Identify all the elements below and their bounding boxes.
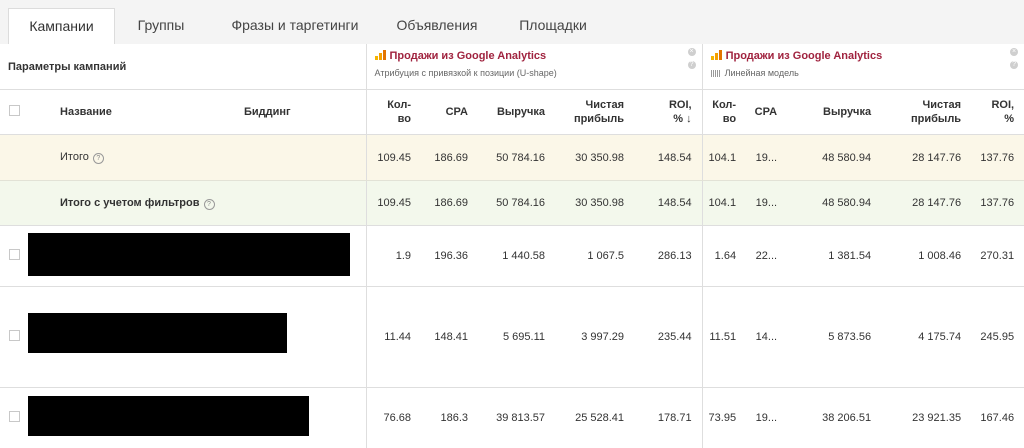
table-cell: 1.9: [366, 226, 421, 287]
column-revenue-header[interactable]: Выручка: [787, 90, 881, 135]
help-icon[interactable]: ?: [688, 61, 696, 69]
totals-label-cell: Итого?: [28, 135, 366, 181]
attribution-ushape-title: Продажи из Google Analytics: [390, 50, 547, 62]
column-cpa-header[interactable]: CPA: [746, 90, 787, 135]
select-all-checkbox[interactable]: [9, 105, 20, 116]
table-cell: 48 580.94: [787, 135, 881, 181]
table-cell: 30 350.98: [555, 181, 634, 226]
table-cell: 270.31: [971, 226, 1024, 287]
redacted-campaign-name: [28, 313, 287, 353]
table-cell: 76.68: [366, 388, 421, 448]
table-cell: 137.76: [971, 135, 1024, 181]
table-cell: 50 784.16: [478, 135, 555, 181]
sort-down-arrow-icon[interactable]: ↓: [686, 113, 692, 125]
table-cell: 109.45: [366, 181, 421, 226]
table-cell: 14...: [746, 287, 787, 388]
group-header-row: Параметры кампаний Продажи из Google Ana…: [0, 44, 1024, 90]
redacted-campaign-name: [28, 396, 309, 436]
column-revenue-header[interactable]: Выручка: [478, 90, 555, 135]
table-cell: 196.36: [421, 226, 478, 287]
table-cell: 104.1: [702, 181, 746, 226]
table-cell: 186.3: [421, 388, 478, 448]
table-cell: 104.1: [702, 135, 746, 181]
column-bidding-header[interactable]: Биддинг: [206, 90, 366, 135]
table-cell: 19...: [746, 181, 787, 226]
row-checkbox[interactable]: [9, 330, 20, 341]
column-roi-header[interactable]: ROI,%↓: [634, 90, 702, 135]
table-cell: 186.69: [421, 181, 478, 226]
attribution-linear-header: Продажи из Google Analytics Линейная мод…: [702, 44, 1024, 90]
tab-groups[interactable]: Группы: [118, 8, 204, 44]
table-cell: 23 921.35: [881, 388, 971, 448]
tab-phrases-targeting[interactable]: Фразы и таргетинги: [210, 8, 380, 44]
column-cpa-header[interactable]: CPA: [421, 90, 478, 135]
table-cell: 178.71: [634, 388, 702, 448]
table-cell: 148.54: [634, 181, 702, 226]
attribution-linear-title: Продажи из Google Analytics: [726, 50, 883, 62]
redacted-campaign-name: [28, 233, 350, 276]
column-profit-header[interactable]: Чистаяприбыль: [881, 90, 971, 135]
row-checkbox[interactable]: [9, 411, 20, 422]
table-cell: 11.44: [366, 287, 421, 388]
table-cell: 137.76: [971, 181, 1024, 226]
row-checkbox[interactable]: [9, 249, 20, 260]
help-circle-icon[interactable]: ?: [204, 199, 215, 210]
table-cell: 167.46: [971, 388, 1024, 448]
filtered-totals-row: Итого с учетом фильтров? 109.45 186.69 5…: [0, 181, 1024, 226]
tab-campaigns[interactable]: Кампании: [8, 8, 115, 45]
table-cell: 148.41: [421, 287, 478, 388]
table-cell: 39 813.57: [478, 388, 555, 448]
column-roi-header[interactable]: ROI,%: [971, 90, 1024, 135]
table-cell: 19...: [746, 135, 787, 181]
table-cell: 30 350.98: [555, 135, 634, 181]
google-analytics-bars-icon: [375, 50, 386, 60]
table-cell: 1.64: [702, 226, 746, 287]
table-cell: 1 008.46: [881, 226, 971, 287]
tab-bar: Кампании Группы Фразы и таргетинги Объяв…: [0, 0, 1024, 45]
table-cell: 28 147.76: [881, 181, 971, 226]
table-cell: 5 873.56: [787, 287, 881, 388]
table-cell: 5 695.11: [478, 287, 555, 388]
column-name-header[interactable]: Название: [28, 90, 206, 135]
totals-row: Итого? 109.45 186.69 50 784.16 30 350.98…: [0, 135, 1024, 181]
table-cell: 25 528.41: [555, 388, 634, 448]
table-cell: 73.95: [702, 388, 746, 448]
table-cell: 235.44: [634, 287, 702, 388]
linear-model-icon: [711, 70, 721, 77]
table-cell: 3 997.29: [555, 287, 634, 388]
attribution-linear-subtitle: Линейная модель: [725, 68, 799, 78]
attribution-ushape-header: Продажи из Google Analytics Атрибуция с …: [366, 44, 702, 90]
table-cell: 1 381.54: [787, 226, 881, 287]
table-cell: 286.13: [634, 226, 702, 287]
table-cell: 38 206.51: [787, 388, 881, 448]
table-cell: 28 147.76: [881, 135, 971, 181]
column-header-row: Название Биддинг Кол-во CPA Выручка Чист…: [0, 90, 1024, 135]
column-profit-header[interactable]: Чистаяприбыль: [555, 90, 634, 135]
table-cell: 186.69: [421, 135, 478, 181]
column-qty-header[interactable]: Кол-во: [702, 90, 746, 135]
tab-placements[interactable]: Площадки: [500, 8, 606, 44]
campaign-params-title: Параметры кампаний: [0, 44, 366, 90]
table-cell: 11.51: [702, 287, 746, 388]
table-cell: 22...: [746, 226, 787, 287]
table-cell: 4 175.74: [881, 287, 971, 388]
tab-ads[interactable]: Объявления: [385, 8, 489, 44]
column-qty-header[interactable]: Кол-во: [366, 90, 421, 135]
table-cell: 1 440.58: [478, 226, 555, 287]
attribution-ushape-subtitle: Атрибуция с привязкой к позиции (U-shape…: [375, 68, 702, 78]
table-cell: 148.54: [634, 135, 702, 181]
help-circle-icon[interactable]: ?: [93, 153, 104, 164]
table-cell: 1 067.5: [555, 226, 634, 287]
table-cell: 19...: [746, 388, 787, 448]
google-analytics-bars-icon: [711, 50, 722, 60]
table-cell: 245.95: [971, 287, 1024, 388]
filtered-totals-label-cell: Итого с учетом фильтров?: [28, 181, 366, 226]
table-cell: 109.45: [366, 135, 421, 181]
close-icon[interactable]: ×: [688, 48, 696, 56]
table-cell: 48 580.94: [787, 181, 881, 226]
table-cell: 50 784.16: [478, 181, 555, 226]
